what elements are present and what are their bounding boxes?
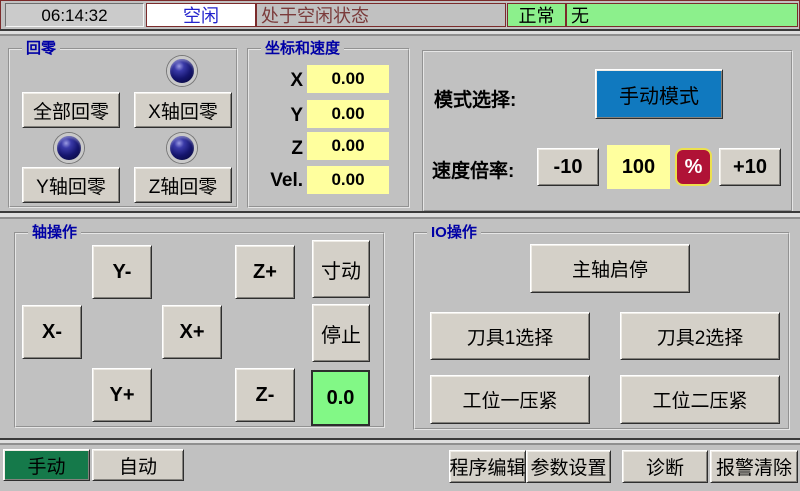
home-x-axis-button[interactable]: X轴回零 [134, 92, 232, 128]
override-value-display: 100 [607, 145, 670, 189]
io-panel-title: IO操作 [427, 224, 481, 242]
middle-divider [0, 211, 800, 219]
alarm-message-display: 无 [566, 3, 798, 27]
z-position-display: 0.00 [307, 132, 389, 160]
mode-select-label: 模式选择: [434, 85, 516, 112]
axis-panel: 轴操作 Y- Z+ 寸动 X- X+ 停止 Y+ Z- 0.0 [14, 232, 385, 428]
jog-x-plus-button[interactable]: X+ [162, 305, 222, 359]
station2-clamp-button[interactable]: 工位二压紧 [620, 375, 780, 424]
z-home-led-icon [167, 133, 197, 163]
jog-mode-button[interactable]: 寸动 [312, 240, 370, 298]
tool1-select-button[interactable]: 刀具1选择 [430, 312, 590, 360]
jog-z-plus-button[interactable]: Z+ [235, 245, 295, 299]
percent-sign-badge: % [675, 148, 712, 186]
top-divider [0, 29, 800, 36]
jog-y-minus-button[interactable]: Y- [92, 245, 152, 299]
y-axis-label: Y [251, 105, 303, 127]
x-position-display: 0.00 [307, 65, 389, 93]
y-home-led-icon [54, 133, 84, 163]
io-panel: IO操作 主轴启停 刀具1选择 刀具2选择 工位一压紧 工位二压紧 [413, 232, 790, 430]
program-edit-button[interactable]: 程序编辑 [449, 450, 526, 483]
param-settings-button[interactable]: 参数设置 [526, 450, 611, 483]
override-decrease-button[interactable]: -10 [537, 148, 599, 186]
home-panel: 回零 全部回零 X轴回零 Y轴回零 Z轴回零 [8, 48, 238, 208]
station1-clamp-button[interactable]: 工位一压紧 [430, 375, 590, 424]
alarm-status-badge: 正常 [507, 3, 566, 27]
hmi-screen: 06:14:32 空闲 处于空闲状态 正常 无 回零 全部回零 X轴回零 Y轴回… [0, 0, 800, 491]
state-description-display: 处于空闲状态 [256, 3, 506, 27]
speed-override-label: 速度倍率: [432, 156, 514, 183]
clock-display: 06:14:32 [5, 3, 144, 27]
velocity-label: Vel. [251, 170, 303, 192]
status-bar: 06:14:32 空闲 处于空闲状态 正常 无 [0, 0, 800, 31]
auto-mode-tab[interactable]: 自动 [92, 449, 184, 481]
home-panel-title: 回零 [22, 40, 60, 58]
machine-state-display: 空闲 [146, 3, 256, 27]
home-all-button[interactable]: 全部回零 [22, 92, 120, 128]
override-increase-button[interactable]: +10 [719, 148, 781, 186]
jog-z-minus-button[interactable]: Z- [235, 368, 295, 422]
z-axis-label: Z [251, 138, 303, 160]
coordinates-panel: 坐标和速度 X 0.00 Y 0.00 Z 0.00 Vel. 0.00 [247, 48, 410, 208]
velocity-display: 0.00 [307, 166, 389, 194]
mode-panel: 模式选择: 手动模式 速度倍率: -10 100 % +10 [422, 50, 793, 212]
manual-mode-tab[interactable]: 手动 [3, 449, 90, 481]
tool2-select-button[interactable]: 刀具2选择 [620, 312, 780, 360]
diagnosis-button[interactable]: 诊断 [622, 450, 708, 483]
jog-y-plus-button[interactable]: Y+ [92, 368, 152, 422]
x-home-led-icon [167, 56, 197, 86]
jog-step-value-display[interactable]: 0.0 [311, 370, 370, 426]
stop-button[interactable]: 停止 [312, 304, 370, 362]
coordinates-panel-title: 坐标和速度 [261, 40, 344, 58]
y-position-display: 0.00 [307, 100, 389, 128]
mode-manual-button[interactable]: 手动模式 [595, 69, 723, 119]
home-y-axis-button[interactable]: Y轴回零 [22, 167, 120, 203]
axis-panel-title: 轴操作 [28, 224, 81, 242]
x-axis-label: X [251, 70, 303, 92]
bottom-divider [0, 438, 800, 445]
spindle-toggle-button[interactable]: 主轴启停 [530, 244, 690, 293]
home-z-axis-button[interactable]: Z轴回零 [134, 167, 232, 203]
alarm-clear-button[interactable]: 报警清除 [710, 450, 798, 483]
jog-x-minus-button[interactable]: X- [22, 305, 82, 359]
